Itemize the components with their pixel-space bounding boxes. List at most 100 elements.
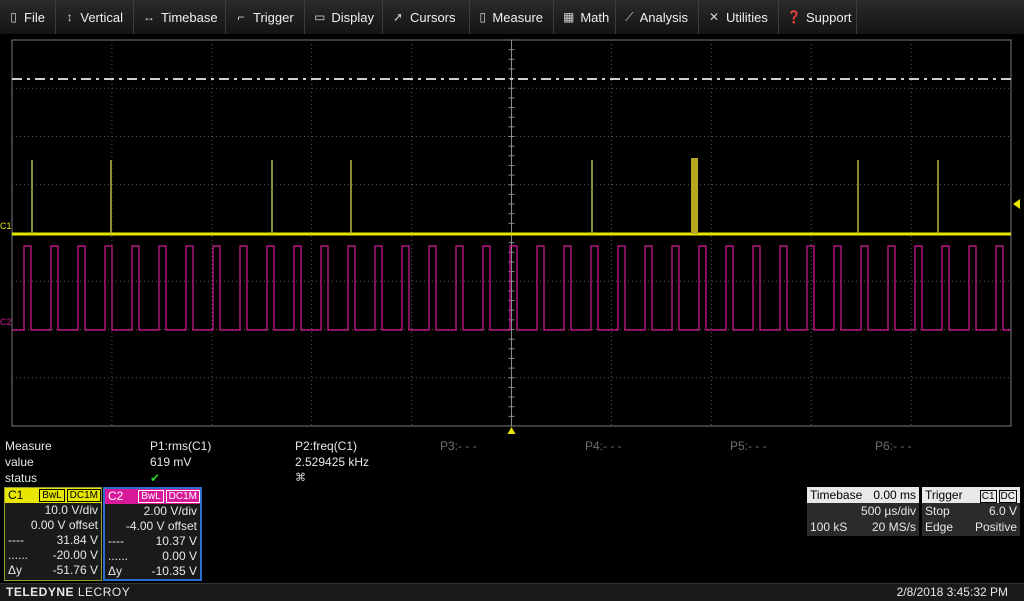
measure-status-row: status ✔ ⌘ bbox=[0, 470, 1024, 486]
trigger-coupling-tag: DC bbox=[998, 490, 1017, 503]
c2-bwl-tag: BwL bbox=[138, 490, 164, 503]
menu-file[interactable]: ▯ File bbox=[0, 0, 56, 34]
vertical-arrows-icon: ↕ bbox=[66, 10, 73, 24]
measure-table: Measure P1:rms(C1) P2:freq(C1) P3:- - - … bbox=[0, 438, 1024, 486]
param-p5-name[interactable]: P5:- - - bbox=[730, 439, 767, 453]
menu-utilities[interactable]: ✕ Utilities bbox=[699, 0, 779, 34]
horizontal-arrows-icon: ↔ bbox=[143, 10, 155, 24]
brand-rest: LECROY bbox=[74, 585, 131, 599]
c1-offset: 0.00 V offset bbox=[30, 518, 98, 532]
param-p2-value: 2.529425 kHz bbox=[295, 455, 370, 469]
c2-coupling-tag: DC1M bbox=[165, 490, 200, 503]
c2-cursor-a-value: 10.37 V bbox=[155, 534, 197, 548]
c1-delta-label: Δy bbox=[8, 563, 23, 577]
c1-header: C1 BwL DC1M bbox=[5, 488, 101, 503]
menu-math[interactable]: ▦ Math bbox=[554, 0, 616, 34]
timebase-tdiv: 500 µs/div bbox=[861, 504, 916, 518]
menu-vertical[interactable]: ↕ Vertical bbox=[56, 0, 134, 34]
c2-name: C2 bbox=[108, 489, 124, 503]
menu-trigger[interactable]: ⌐ Trigger bbox=[226, 0, 305, 34]
date-time: 2/8/2018 3:45:32 PM bbox=[896, 585, 1008, 599]
channel-c2-descriptor[interactable]: C2 BwL DC1M 2.00 V/div -4.00 V offset --… bbox=[103, 487, 202, 581]
menu-bar: ▯ File ↕ Vertical ↔ Timebase ⌐ Trigger ▭ Disp… bbox=[0, 0, 1024, 35]
menu-measure[interactable]: ▯ Measure bbox=[470, 0, 554, 34]
menu-trigger-label: Trigger bbox=[253, 9, 294, 25]
c2-delta-label: Δy bbox=[108, 564, 123, 578]
param-p4-name[interactable]: P4:- - - bbox=[585, 439, 622, 453]
param-p6-name[interactable]: P6:- - - bbox=[875, 439, 912, 453]
menu-display[interactable]: ▭ Display bbox=[305, 0, 383, 34]
menu-timebase[interactable]: ↔ Timebase bbox=[134, 0, 226, 34]
timebase-label: Timebase bbox=[810, 488, 863, 502]
menu-support[interactable]: ❓ Support bbox=[779, 0, 857, 34]
param-p2-status-icon: ⌘ bbox=[295, 472, 306, 484]
menu-utilities-label: Utilities bbox=[726, 9, 768, 25]
c2-header: C2 BwL DC1M bbox=[105, 489, 200, 504]
c1-cursor-b-value: -20.00 V bbox=[52, 548, 98, 562]
measure-row-label: Measure bbox=[5, 439, 52, 453]
tools-icon: ✕ bbox=[708, 10, 720, 24]
value-row-label: value bbox=[5, 455, 34, 469]
param-p1-status-check-icon: ✔ bbox=[150, 471, 161, 485]
timebase-rate: 20 MS/s bbox=[871, 520, 916, 534]
trigger-label: Trigger bbox=[925, 488, 963, 502]
param-p3-name[interactable]: P3:- - - bbox=[440, 439, 477, 453]
param-p2-name[interactable]: P2:freq(C1) bbox=[295, 439, 357, 453]
question-icon: ❓ bbox=[786, 10, 802, 24]
trigger-level-marker-icon bbox=[1013, 199, 1020, 209]
menu-cursors[interactable]: ➚ Cursors bbox=[383, 0, 470, 34]
measure-value-row: value 619 mV 2.529425 kHz bbox=[0, 454, 1024, 470]
waveform-grid: C1 C2 bbox=[0, 39, 1020, 434]
menu-file-label: File bbox=[24, 9, 45, 25]
trigger-mode: Stop bbox=[925, 504, 950, 518]
menu-timebase-label: Timebase bbox=[161, 9, 218, 25]
c2-vdiv: 2.00 V/div bbox=[143, 504, 197, 518]
measure-header-row: Measure P1:rms(C1) P2:freq(C1) P3:- - - … bbox=[0, 438, 1024, 454]
display-icon: ▭ bbox=[314, 10, 326, 24]
channel-c1-descriptor[interactable]: C1 BwL DC1M 10.0 V/div 0.00 V offset ---… bbox=[4, 487, 102, 581]
status-row-label: status bbox=[5, 471, 38, 485]
trigger-level: 6.0 V bbox=[988, 504, 1017, 518]
c1-coupling-tag: DC1M bbox=[66, 489, 101, 502]
trigger-descriptor[interactable]: Trigger C1 DC Stop 6.0 V Edge Positive bbox=[922, 487, 1020, 536]
trigger-icon: ⌐ bbox=[237, 10, 245, 24]
timebase-delay: 0.00 ms bbox=[873, 488, 916, 502]
calculator-icon: ▦ bbox=[563, 10, 575, 24]
c1-delta-value: -51.76 V bbox=[52, 563, 98, 577]
c1-marker: C1 bbox=[0, 221, 12, 231]
analysis-icon: ⟋ bbox=[625, 9, 634, 24]
c1-cursor-a-value: 31.84 V bbox=[56, 533, 98, 547]
timebase-samples: 100 kS bbox=[810, 520, 848, 534]
c2-marker: C2 bbox=[0, 317, 12, 327]
c2-cursor-b-icon: ...... bbox=[108, 549, 129, 563]
trigger-position-marker-icon bbox=[507, 427, 516, 434]
menu-measure-label: Measure bbox=[492, 9, 543, 25]
brand-bold: TELEDYNE bbox=[6, 585, 75, 599]
c1-cursor-a-icon: ---- bbox=[8, 533, 24, 547]
menu-vertical-label: Vertical bbox=[80, 9, 123, 25]
menu-math-label: Math bbox=[580, 9, 610, 25]
file-icon: ▯ bbox=[10, 10, 17, 24]
c1-burst bbox=[691, 158, 698, 234]
c1-vdiv: 10.0 V/div bbox=[44, 503, 98, 517]
c1-cursor-b-icon: ...... bbox=[8, 548, 29, 562]
menu-support-label: Support bbox=[806, 9, 852, 25]
menu-analysis[interactable]: ⟋ Analysis bbox=[616, 0, 699, 34]
c1-name: C1 bbox=[8, 488, 24, 502]
waveform-display[interactable]: C1 C2 bbox=[0, 34, 1024, 438]
cursor-icon: ➚ bbox=[392, 10, 404, 24]
menu-cursors-label: Cursors bbox=[410, 9, 456, 25]
c2-cursor-b-value: 0.00 V bbox=[162, 549, 197, 563]
param-p1-name[interactable]: P1:rms(C1) bbox=[150, 439, 211, 453]
c1-bwl-tag: BwL bbox=[39, 489, 65, 502]
status-bar: TELEDYNE LECROY 2/8/2018 3:45:32 PM bbox=[0, 583, 1024, 601]
timebase-descriptor[interactable]: Timebase 0.00 ms 500 µs/div 100 kS 20 MS/s bbox=[807, 487, 919, 536]
menu-analysis-label: Analysis bbox=[639, 9, 688, 25]
measure-icon: ▯ bbox=[479, 10, 487, 24]
c2-offset: -4.00 V offset bbox=[125, 519, 197, 533]
trigger-type: Edge bbox=[925, 520, 954, 534]
c2-delta-value: -10.35 V bbox=[151, 564, 197, 578]
c2-cursor-a-icon: ---- bbox=[108, 534, 124, 548]
brand-logo: TELEDYNE LECROY bbox=[6, 585, 130, 599]
trigger-source-tag: C1 bbox=[979, 490, 997, 503]
